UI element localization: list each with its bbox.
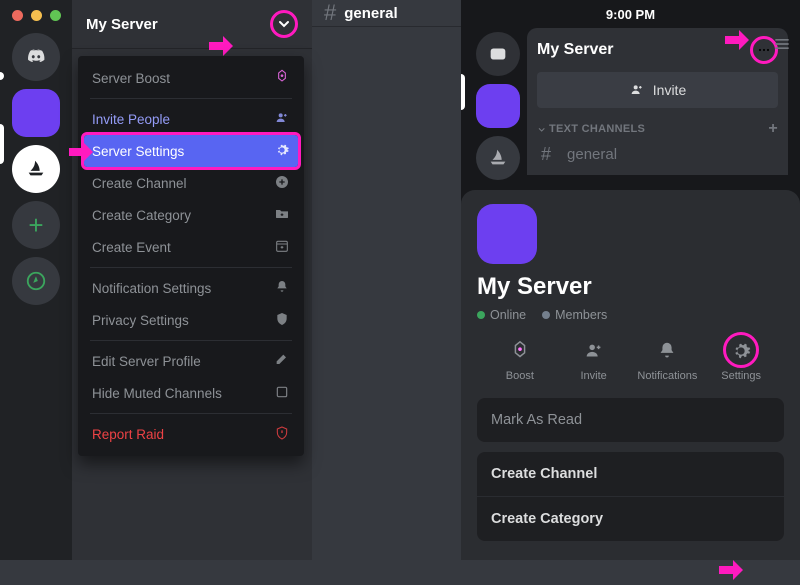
menu-create-event[interactable]: Create Event xyxy=(84,231,298,263)
folder-plus-icon xyxy=(274,206,290,225)
minimize-window-button[interactable] xyxy=(31,10,42,21)
menu-separator xyxy=(90,267,292,268)
pencil-icon xyxy=(274,352,290,371)
square-icon xyxy=(274,384,290,403)
sheet-server-name: My Server xyxy=(477,274,784,300)
more-horizontal-icon xyxy=(756,42,772,58)
tutorial-arrow-icon xyxy=(204,36,238,56)
menu-create-channel[interactable]: Create Channel xyxy=(84,167,298,199)
tutorial-arrow-icon xyxy=(714,560,748,580)
action-boost[interactable]: Boost xyxy=(483,338,557,382)
mobile-channel-panel: My Server Invite TEXT CHANNELS + # gener… xyxy=(527,28,788,175)
add-channel-button[interactable]: + xyxy=(768,120,778,138)
hash-icon: # xyxy=(541,144,551,165)
menu-separator xyxy=(90,98,292,99)
menu-server-settings[interactable]: Server Settings xyxy=(84,135,298,167)
invite-button[interactable]: Invite xyxy=(537,72,778,108)
server-name: My Server xyxy=(86,16,158,33)
explore-servers-button[interactable] xyxy=(12,257,60,305)
guild-rail: + xyxy=(0,0,72,560)
action-settings[interactable]: Settings xyxy=(704,338,778,382)
server-icon[interactable] xyxy=(476,136,520,180)
menu-server-boost[interactable]: Server Boost xyxy=(84,62,298,94)
menu-invite-people[interactable]: Invite People xyxy=(84,103,298,135)
server-action-sheet: My Server Online Members Boost Invite No… xyxy=(461,190,800,560)
home-button[interactable] xyxy=(12,33,60,81)
window-traffic-lights[interactable] xyxy=(12,6,61,29)
hamburger-button[interactable] xyxy=(772,34,792,59)
bell-icon xyxy=(656,340,678,362)
calendar-plus-icon xyxy=(274,238,290,257)
sheet-list-card: Create Channel Create Category xyxy=(477,452,784,541)
tutorial-arrow-icon xyxy=(720,30,754,50)
server-name: My Server xyxy=(537,41,614,59)
desktop-app: + My Server # general Server Boost Invit… xyxy=(0,0,461,560)
server-icon-selected[interactable] xyxy=(12,89,60,137)
category-header[interactable]: TEXT CHANNELS + xyxy=(527,116,788,140)
server-icon[interactable] xyxy=(12,145,60,193)
sheet-create-category[interactable]: Create Category xyxy=(477,497,784,541)
menu-create-category[interactable]: Create Category xyxy=(84,199,298,231)
menu-separator xyxy=(90,413,292,414)
add-person-icon xyxy=(629,82,645,98)
boost-gem-icon xyxy=(274,69,290,88)
guild-pill-indicator xyxy=(0,124,4,164)
sheet-list-card: Mark As Read xyxy=(477,398,784,442)
maximize-window-button[interactable] xyxy=(50,10,61,21)
mobile-app: 9:00 PM My Server Invite TEXT C xyxy=(461,0,800,560)
guild-pill-indicator xyxy=(0,72,4,80)
server-icon-selected[interactable] xyxy=(476,84,520,128)
action-row: Boost Invite Notifications Settings xyxy=(477,338,784,382)
mobile-guild-rail xyxy=(469,28,527,180)
server-header[interactable]: My Server xyxy=(72,0,312,48)
status-time: 9:00 PM xyxy=(606,7,655,22)
chevron-down-icon xyxy=(537,125,545,133)
channel-name: general xyxy=(344,5,397,22)
menu-report-raid[interactable]: Report Raid xyxy=(84,418,298,450)
hamburger-icon xyxy=(772,34,792,54)
channel-item[interactable]: # general xyxy=(527,140,788,169)
add-person-icon xyxy=(274,110,290,129)
midjourney-icon xyxy=(25,158,47,180)
shield-icon xyxy=(274,311,290,330)
close-window-button[interactable] xyxy=(12,10,23,21)
action-invite[interactable]: Invite xyxy=(557,338,631,382)
server-dropdown-button[interactable] xyxy=(270,10,298,38)
gear-icon xyxy=(274,142,290,161)
guild-pill-indicator xyxy=(461,74,465,110)
online-dot-icon xyxy=(477,311,485,319)
compass-icon xyxy=(25,270,47,292)
status-bar: 9:00 PM xyxy=(461,0,800,22)
server-dropdown-menu: Server Boost Invite People Server Settin… xyxy=(78,56,304,456)
menu-notification-settings[interactable]: Notification Settings xyxy=(84,272,298,304)
menu-privacy-settings[interactable]: Privacy Settings xyxy=(84,304,298,336)
message-icon xyxy=(487,43,509,65)
plus-circle-icon xyxy=(274,174,290,193)
sheet-create-channel[interactable]: Create Channel xyxy=(477,452,784,497)
menu-hide-muted[interactable]: Hide Muted Channels xyxy=(84,377,298,409)
action-notifications[interactable]: Notifications xyxy=(631,338,705,382)
channel-header: # general xyxy=(312,0,461,26)
menu-separator xyxy=(90,340,292,341)
add-server-button[interactable]: + xyxy=(12,201,60,249)
menu-edit-server-profile[interactable]: Edit Server Profile xyxy=(84,345,298,377)
server-stats: Online Members xyxy=(477,308,784,322)
members-dot-icon xyxy=(542,311,550,319)
direct-messages-button[interactable] xyxy=(476,32,520,76)
chevron-down-icon xyxy=(276,16,292,32)
boost-gem-icon xyxy=(509,340,531,362)
bell-icon xyxy=(274,279,290,298)
add-person-icon xyxy=(583,340,605,362)
shield-alert-icon xyxy=(274,425,290,444)
discord-logo-icon xyxy=(25,46,47,68)
server-icon-large xyxy=(477,204,537,264)
tutorial-arrow-icon xyxy=(64,142,98,162)
midjourney-icon xyxy=(487,147,509,169)
hash-icon: # xyxy=(324,0,336,26)
sheet-mark-read[interactable]: Mark As Read xyxy=(477,398,784,442)
